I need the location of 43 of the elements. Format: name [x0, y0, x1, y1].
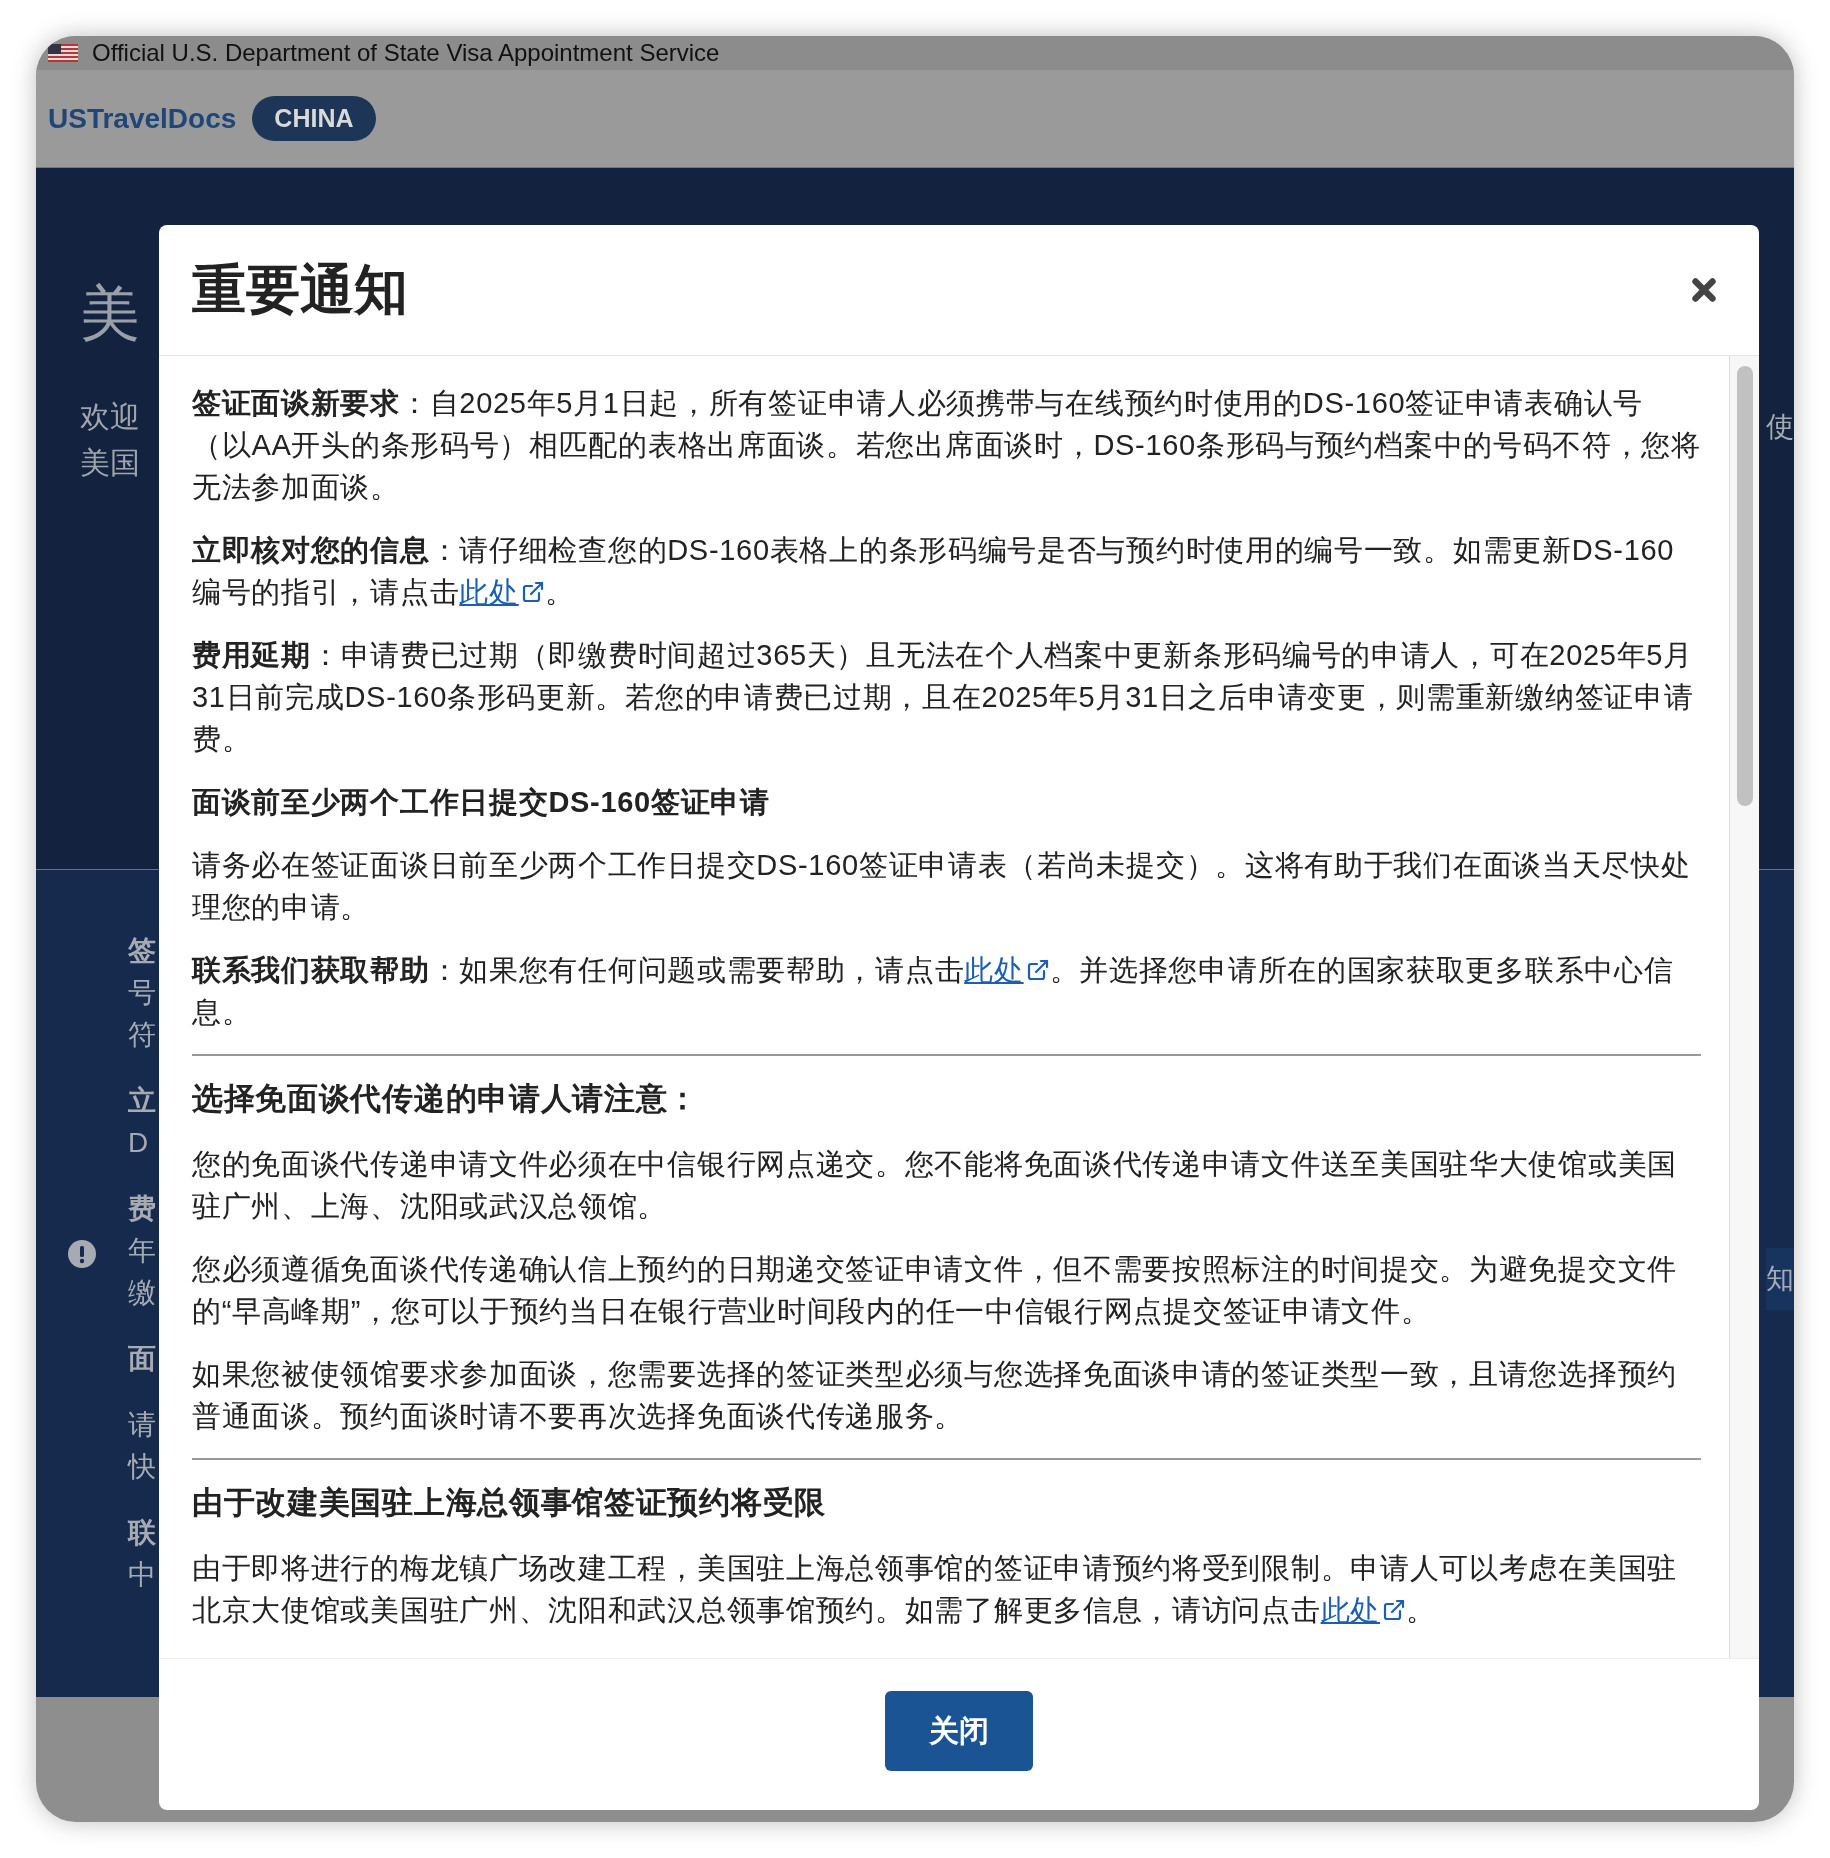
external-link-icon [1382, 1598, 1406, 1622]
link[interactable]: 此处 [459, 571, 545, 613]
notice-text: 联 [128, 1516, 156, 1550]
background-text: 知 [1766, 1248, 1794, 1310]
notice-text: 年 [128, 1234, 156, 1268]
flag-icon [48, 44, 78, 62]
background-text: 使 [1766, 410, 1794, 444]
banner-text: Official U.S. Department of State Visa Appointment Service [92, 39, 720, 67]
external-link-icon [1025, 958, 1050, 982]
section-heading: 选择免面谈代传递的申请人请注意： [192, 1080, 701, 1118]
intro-text: 美国 [80, 445, 140, 481]
paragraph: 联系我们获取帮助：如果您有任何问题或需要帮助，请点击此处 。并选择您申请所在的国家获取更多联系中心信息。 [192, 949, 1701, 1033]
paragraph: 签证面谈新要求：自2025年5月1日起，所有签证申请人必须携带与在线预约时使用的DS-160签证申请表确认号（以AA开头的条形码号）相匹配的表格出席面谈。若您出席面谈时，DS-160条形码与预约档案中的号码不符，您将无法参加面谈。 [192, 386, 1701, 505]
notice-text: 号 [128, 976, 156, 1010]
scrollbar[interactable] [1729, 356, 1759, 1658]
notice-text: 费 [128, 1192, 156, 1226]
site-logo[interactable]: USTravelDocs [48, 102, 237, 135]
paragraph: 立即核对您的信息：请仔细检查您的DS-160表格上的条形码编号是否与预约时使用的编号一致。如需更新DS-160编号的指引，请点击此处 。 [192, 529, 1701, 613]
paragraph: 您的免面谈代传递申请文件必须在中信银行网点递交。您不能将免面谈代传递申请文件送至美国驻华大使馆或美国驻广州、上海、沈阳或武汉总领馆。 [192, 1147, 1678, 1224]
notice-text: 请 [128, 1408, 156, 1442]
dialog-title: 重要通知 [192, 255, 408, 323]
notice-text: 立 [128, 1084, 156, 1118]
notice-text: 快 [128, 1450, 156, 1484]
notice-text: 中 [128, 1558, 156, 1592]
paragraph: 由于即将进行的梅龙镇广场改建工程，美国驻上海总领事馆的签证申请预约将受到限制。申请人可以考虑在美国驻北京大使馆或美国驻广州、沈阳和武汉总领事馆预约。如需了解更多信息，请访问点击此处 。 [192, 1547, 1701, 1631]
paragraph: 费用延期：申请费已过期（即缴费时间超过365天）且无法在个人档案中更新条形码编号的申请人，可在2025年5月31日前完成DS-160条形码更新。若您的申请费已过期，且在2025年5月31日之后申请变更，则需重新缴纳签证申请费。 [192, 638, 1695, 757]
close-dialog-button[interactable]: 关闭 [885, 1691, 1033, 1771]
intro-text: 欢迎 [80, 399, 140, 435]
paragraph: 请务必在签证面谈日前至少两个工作日提交DS-160签证申请表（若尚未提交）。这将有助于我们在面谈当天尽快处理您的申请。 [192, 848, 1692, 925]
notice-text: 符 [128, 1018, 156, 1052]
page-title: 美 [80, 278, 140, 348]
paragraph: 您必须遵循免面谈代传递确认信上预约的日期递交签证申请文件，但不需要按照标注的时间提交。为避免提交文件的“早高峰期”，您可以于预约当日在银行营业时间段内的任一中信银行网点提交签证申请文件。 [192, 1252, 1678, 1329]
notice-text: 面 [128, 1342, 156, 1376]
external-link-icon [520, 580, 545, 604]
alert-icon [68, 1239, 96, 1268]
notice-text: 缴 [128, 1276, 156, 1310]
link[interactable]: 此处 [964, 949, 1050, 991]
country-badge: CHINA [252, 96, 376, 141]
paragraph: 如果您被使领馆要求参加面谈，您需要选择的签证类型必须与您选择免面谈申请的签证类型一致，且请您选择预约普通面谈。预约面谈时请不要再次选择免面谈代传递服务。 [192, 1357, 1678, 1434]
section-heading: 面谈前至少两个工作日提交DS-160签证申请 [192, 785, 771, 820]
section-heading: 由于改建美国驻上海总领事馆签证预约将受限 [192, 1484, 827, 1522]
notice-text: D [128, 1126, 149, 1160]
notice-text: 签 [128, 934, 156, 968]
